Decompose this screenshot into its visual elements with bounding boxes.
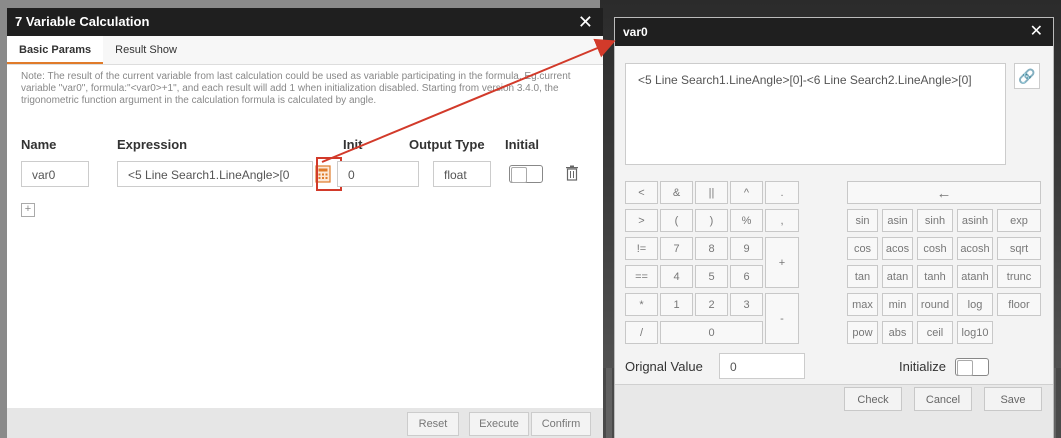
expression-textarea[interactable]: <5 Line Search1.LineAngle>[0]-<6 Line Se… [625, 63, 1006, 165]
add-row-button[interactable]: + [21, 203, 35, 217]
func-sin[interactable]: sin [847, 209, 878, 232]
func-log[interactable]: log [957, 293, 993, 316]
output-type-select[interactable]: float [433, 161, 491, 187]
column-init: Init [343, 137, 363, 152]
key-plus[interactable]: + [765, 237, 799, 288]
init-input[interactable]: 0 [337, 161, 419, 187]
key-or[interactable]: || [695, 181, 728, 204]
key-and[interactable]: & [660, 181, 693, 204]
key-8[interactable]: 8 [695, 237, 728, 260]
func-tanh[interactable]: tanh [917, 265, 953, 288]
expression-input[interactable]: <5 Line Search1.LineAngle>[0 [117, 161, 313, 187]
key-percent[interactable]: % [730, 209, 763, 232]
close-icon[interactable]: ✕ [578, 8, 593, 36]
key-eq[interactable]: == [625, 265, 658, 288]
key-lt[interactable]: < [625, 181, 658, 204]
func-pow[interactable]: pow [847, 321, 878, 344]
func-cosh[interactable]: cosh [917, 237, 953, 260]
tab-bar: Basic Params Result Show [7, 36, 603, 65]
close-icon[interactable]: ✕ [1030, 18, 1043, 46]
key-gt[interactable]: > [625, 209, 658, 232]
func-log10[interactable]: log10 [957, 321, 993, 344]
help-note: Note: The result of the current variable… [21, 71, 571, 106]
func-asinh[interactable]: asinh [957, 209, 993, 232]
key-div[interactable]: / [625, 321, 658, 344]
func-asin[interactable]: asin [882, 209, 913, 232]
key-neq[interactable]: != [625, 237, 658, 260]
editor-title: var0 [623, 25, 648, 39]
check-button[interactable]: Check [844, 387, 902, 411]
func-floor[interactable]: floor [997, 293, 1041, 316]
dialog-titlebar: 7 Variable Calculation ✕ [7, 8, 603, 36]
key-xor[interactable]: ^ [730, 181, 763, 204]
key-7[interactable]: 7 [660, 237, 693, 260]
func-acos[interactable]: acos [882, 237, 913, 260]
func-exp[interactable]: exp [997, 209, 1041, 232]
key-1[interactable]: 1 [660, 293, 693, 316]
func-sinh[interactable]: sinh [917, 209, 953, 232]
execute-button[interactable]: Execute [469, 412, 529, 436]
func-max[interactable]: max [847, 293, 878, 316]
key-dot[interactable]: . [765, 181, 799, 204]
func-abs[interactable]: abs [882, 321, 913, 344]
cancel-button[interactable]: Cancel [914, 387, 972, 411]
func-atanh[interactable]: atanh [957, 265, 993, 288]
reset-button[interactable]: Reset [407, 412, 459, 436]
func-round[interactable]: round [917, 293, 953, 316]
original-value-input[interactable]: 0 [719, 353, 805, 379]
key-minus[interactable]: - [765, 293, 799, 344]
tab-basic-params[interactable]: Basic Params [7, 36, 104, 64]
save-button[interactable]: Save [984, 387, 1042, 411]
func-acosh[interactable]: acosh [957, 237, 993, 260]
key-lparen[interactable]: ( [660, 209, 693, 232]
func-min[interactable]: min [882, 293, 913, 316]
key-9[interactable]: 9 [730, 237, 763, 260]
column-output-type: Output Type [409, 137, 485, 152]
editor-titlebar: var0 ✕ [615, 18, 1053, 46]
backspace-button[interactable]: ← [847, 181, 1041, 204]
initialize-label: Initialize [899, 359, 946, 374]
func-tan[interactable]: tan [847, 265, 878, 288]
key-6[interactable]: 6 [730, 265, 763, 288]
variable-calculation-dialog: 7 Variable Calculation ✕ Basic Params Re… [7, 8, 603, 438]
link-icon[interactable]: 🔗 [1014, 63, 1040, 89]
func-ceil[interactable]: ceil [917, 321, 953, 344]
column-name: Name [21, 137, 57, 152]
key-2[interactable]: 2 [695, 293, 728, 316]
key-0[interactable]: 0 [660, 321, 763, 344]
column-initial: Initial [505, 137, 539, 152]
key-mul[interactable]: * [625, 293, 658, 316]
original-value-label: Orignal Value [625, 359, 703, 374]
dialog-footer: Reset Execute Confirm [7, 408, 603, 438]
initial-toggle[interactable] [509, 165, 543, 183]
key-rparen[interactable]: ) [695, 209, 728, 232]
key-comma[interactable]: , [765, 209, 799, 232]
initialize-toggle[interactable] [955, 358, 989, 376]
dialog-title: 7 Variable Calculation [15, 14, 150, 29]
name-input[interactable]: var0 [21, 161, 89, 187]
func-cos[interactable]: cos [847, 237, 878, 260]
func-trunc[interactable]: trunc [997, 265, 1041, 288]
trash-icon[interactable] [565, 165, 579, 181]
column-expression: Expression [117, 137, 188, 152]
expression-editor-dialog: var0 ✕ <5 Line Search1.LineAngle>[0]-<6 … [614, 17, 1054, 438]
key-3[interactable]: 3 [730, 293, 763, 316]
key-5[interactable]: 5 [695, 265, 728, 288]
key-4[interactable]: 4 [660, 265, 693, 288]
confirm-button[interactable]: Confirm [531, 412, 591, 436]
func-atan[interactable]: atan [882, 265, 913, 288]
func-sqrt[interactable]: sqrt [997, 237, 1041, 260]
tab-result-show[interactable]: Result Show [103, 36, 189, 64]
